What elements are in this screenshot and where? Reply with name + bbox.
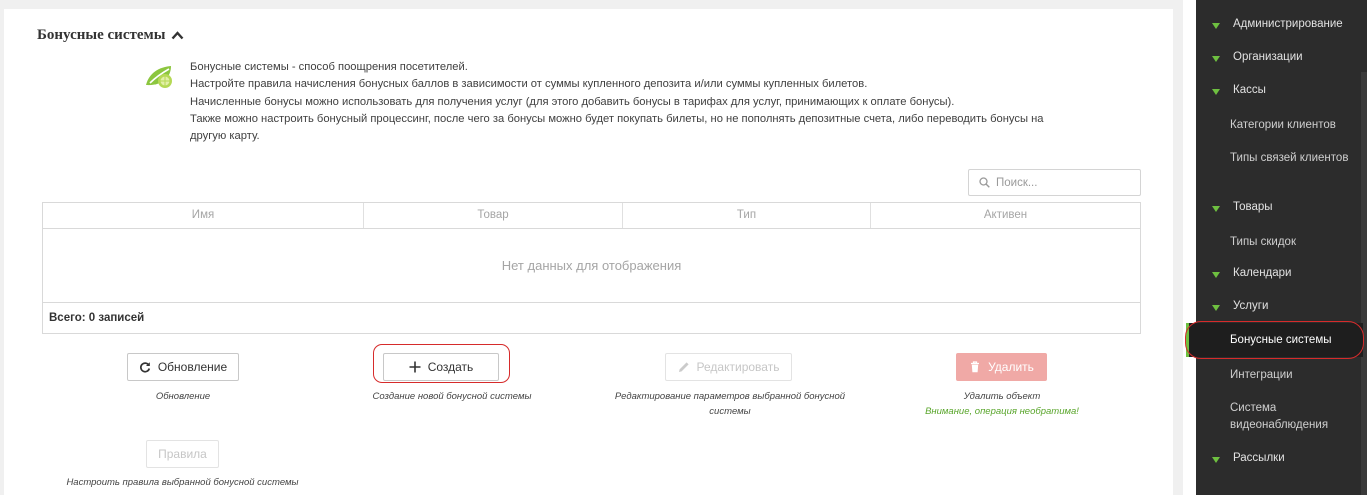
- sidebar-item-video-surveillance[interactable]: Система видеонаблюдения: [1230, 400, 1362, 434]
- triangle-down-icon: [1212, 56, 1220, 62]
- refresh-caption: Обновление: [155, 391, 211, 402]
- empty-message: Нет данных для отображения: [501, 258, 682, 273]
- description-line: Бонусные системы - способ поощрения посе…: [190, 61, 468, 73]
- triangle-down-icon: [1212, 89, 1220, 95]
- sidebar-item-organizations[interactable]: Организации: [1196, 51, 1361, 63]
- bonus-systems-table: Имя Товар Тип Активен Нет данных для ото…: [42, 202, 1141, 334]
- section-header[interactable]: Бонусные системы: [37, 27, 184, 44]
- sidebar-item-administration[interactable]: Администрирование: [1196, 18, 1361, 30]
- pencil-icon: [678, 362, 689, 372]
- sidebar-item-services[interactable]: Услуги: [1196, 300, 1361, 312]
- sidebar-item-label: Администрирование: [1233, 18, 1343, 30]
- refresh-button[interactable]: Обновление: [127, 353, 239, 381]
- create-caption: Создание новой бонусной системы: [372, 391, 532, 402]
- search-input[interactable]: Поиск...: [968, 169, 1141, 196]
- delete-caption: Удалить объект: [963, 391, 1041, 402]
- sidebar-item-client-categories[interactable]: Категории клиентов: [1230, 117, 1362, 134]
- sidebar-active-highlight: [1185, 321, 1364, 359]
- sidebar-item-label: Товары: [1233, 201, 1273, 213]
- sidebar-item-cash-desks[interactable]: Кассы: [1196, 84, 1361, 96]
- column-header-type[interactable]: Тип: [623, 203, 871, 228]
- sidebar-item-label: Календари: [1233, 267, 1292, 279]
- description-line: Настройте правила начисления бонусных ба…: [190, 78, 868, 91]
- content-gutter: [1173, 0, 1183, 495]
- sidebar-item-label: Организации: [1233, 51, 1303, 63]
- triangle-down-icon: [1212, 272, 1220, 278]
- column-header-active[interactable]: Активен: [871, 203, 1140, 228]
- record-count: Всего: 0 записей: [43, 302, 1140, 334]
- section-description: Бонусные системы - способ поощрения посе…: [190, 59, 1050, 145]
- description-line: Начисленные бонусы можно использовать дл…: [190, 95, 955, 108]
- sidebar-item-client-relation-types[interactable]: Типы связей клиентов: [1230, 150, 1362, 167]
- triangle-down-icon: [1212, 305, 1220, 311]
- create-button[interactable]: Создать: [383, 353, 499, 381]
- triangle-down-icon: [1212, 23, 1220, 29]
- top-strip: [0, 0, 1183, 9]
- lime-leaf-icon: [146, 66, 172, 88]
- trash-icon: [971, 361, 980, 373]
- sidebar-item-products[interactable]: Товары: [1196, 201, 1361, 213]
- delete-label: Удалить: [988, 360, 1034, 374]
- edit-label: Редактировать: [696, 360, 780, 374]
- description-line: Также можно настроить бонусный процессин…: [190, 112, 1044, 143]
- refresh-icon: [139, 362, 150, 373]
- sidebar-item-label: Кассы: [1233, 84, 1266, 96]
- column-header-name[interactable]: Имя: [43, 203, 364, 228]
- sidebar-item-calendars[interactable]: Календари: [1196, 267, 1361, 279]
- sidebar-item-integrations[interactable]: Интеграции: [1230, 367, 1362, 384]
- search-icon: [979, 177, 990, 188]
- triangle-down-icon: [1212, 206, 1220, 212]
- page: Бонусные системы Бонусные системы - спос…: [0, 0, 1367, 495]
- rules-label: Правила: [158, 447, 207, 461]
- sidebar-item-label: Рассылки: [1233, 452, 1285, 464]
- page-title: Бонусные системы: [37, 27, 166, 43]
- table-header: Имя Товар Тип Активен: [43, 203, 1140, 229]
- refresh-label: Обновление: [157, 360, 228, 374]
- rules-caption: Настроить правила выбранной бонусной сис…: [66, 477, 299, 488]
- chevron-up-icon[interactable]: [171, 31, 184, 40]
- column-header-product[interactable]: Товар: [364, 203, 623, 228]
- edit-caption: Редактирование параметров выбранной бону…: [614, 391, 846, 417]
- delete-button[interactable]: Удалить: [956, 353, 1047, 381]
- rules-button[interactable]: Правила: [146, 440, 219, 468]
- delete-warning: Внимание, операция необратима!: [925, 406, 1079, 417]
- create-label: Создать: [427, 360, 474, 374]
- left-gutter: [0, 0, 4, 495]
- sidebar-item-mailings[interactable]: Рассылки: [1196, 452, 1361, 464]
- triangle-down-icon: [1212, 457, 1220, 463]
- sidebar-item-discount-types[interactable]: Типы скидок: [1230, 234, 1362, 251]
- edit-button[interactable]: Редактировать: [665, 353, 792, 381]
- sidebar: Администрирование Организации Кассы Кате…: [1196, 0, 1367, 495]
- plus-icon: [409, 361, 421, 373]
- sidebar-item-label: Услуги: [1233, 300, 1269, 312]
- search-placeholder: Поиск...: [996, 176, 1038, 189]
